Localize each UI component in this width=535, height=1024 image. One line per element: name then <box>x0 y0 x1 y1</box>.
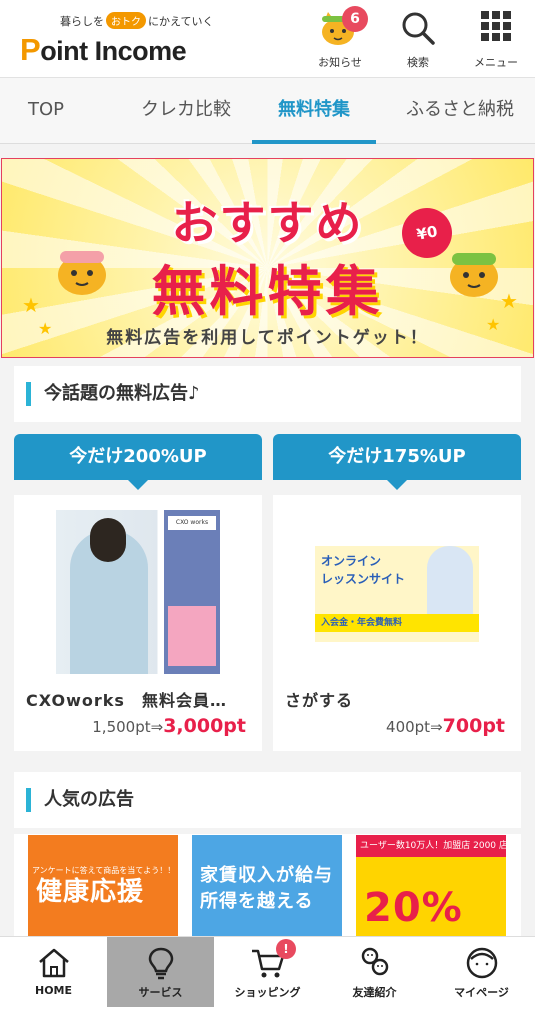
tab-top[interactable]: TOP <box>6 78 86 144</box>
nav-label: サービス <box>138 986 183 999</box>
nav-service[interactable]: サービス <box>107 937 214 1007</box>
promo-card-cxoworks[interactable]: CXO works CXOworks 無料会員… 1,500pt⇒3,000pt <box>14 495 262 751</box>
popular-ad-text: 家賃収入が給与所得を越える <box>200 865 333 912</box>
popular-ad-rent-income[interactable]: 家賃収入が給与所得を越える <box>192 835 342 945</box>
nav-label: 友達紹介 <box>352 986 397 999</box>
popular-ad-text: 健康応援 <box>36 877 145 907</box>
section-title: 人気の広告 <box>44 789 134 810</box>
popular-ad-text: 20% <box>364 885 463 931</box>
point-income-logo[interactable]: 暮らしを おトク にかえていく Point Income <box>20 12 213 68</box>
logo-tagline: 暮らしを おトク にかえていく <box>60 12 213 29</box>
search-button[interactable]: 検索 <box>386 6 450 72</box>
promo-name: CXOworks 無料会員… <box>26 691 227 710</box>
logo-wordmark: Point Income <box>20 32 187 67</box>
menu-label: メニュー <box>474 56 518 69</box>
bottom-navigation: HOME サービス ! ショッピング 友達紹介 マイページ <box>0 936 535 1024</box>
section-accent-bar <box>26 788 31 812</box>
shopping-alert-badge: ! <box>276 939 296 959</box>
search-icon <box>398 8 438 52</box>
nav-label: HOME <box>34 984 73 997</box>
search-label: 検索 <box>407 56 429 69</box>
notice-label: お知らせ <box>318 56 362 69</box>
tab-free-feature[interactable]: 無料特集 <box>252 78 376 144</box>
nav-invite-friends[interactable]: 友達紹介 <box>321 937 428 1007</box>
lightbulb-icon <box>143 945 179 985</box>
promo-thumbnail: CXO works <box>56 510 220 674</box>
promo-points: 1,500pt⇒3,000pt <box>92 715 246 737</box>
friends-icon <box>356 945 394 985</box>
person-head <box>90 518 126 562</box>
thumbnail-free-band: 入会金・年会費無料 <box>315 614 479 632</box>
promo-ribbon: 今だけ200%UP <box>14 434 262 480</box>
user-face-icon <box>464 945 500 985</box>
thumbnail-side-panel: CXO works <box>164 510 220 674</box>
promo-thumbnail: オンライン レッスンサイト 入会金・年会費無料 <box>315 510 479 674</box>
section-accent-bar <box>26 382 31 406</box>
nav-mypage[interactable]: マイページ <box>428 937 535 1007</box>
popular-ad-cpon[interactable]: ユーザー数10万人！加盟店 2000 店舗突破！ 20% <box>356 835 506 945</box>
nav-label: マイページ <box>454 986 509 999</box>
promo-ribbon: 今だけ175%UP <box>273 434 521 480</box>
section-header-popular: 人気の広告 <box>14 772 521 828</box>
section-header-trending: 今話題の無料広告♪ <box>14 366 521 422</box>
nav-label: ショッピング <box>234 986 301 999</box>
app-header: 暮らしを おトク にかえていく Point Income 6 お知らせ 検索 メ… <box>0 0 535 78</box>
tab-credit-card[interactable]: クレカ比較 <box>122 78 250 144</box>
thumbnail-pink-box <box>168 606 216 666</box>
promo-points: 400pt⇒700pt <box>386 715 505 737</box>
banner-subtitle: 無料広告を利用してポイントゲット！ <box>106 328 429 348</box>
tab-furusato[interactable]: ふるさと納税 <box>392 78 528 144</box>
promo-card-sagasuru[interactable]: オンライン レッスンサイト 入会金・年会費無料 さがする 400pt⇒700pt <box>273 495 521 751</box>
popular-ad-health[interactable]: アンケートに答えて商品を当てよう！！ 健康応援 <box>28 835 178 945</box>
home-icon <box>36 945 72 985</box>
section-title: 今話題の無料広告♪ <box>44 383 200 404</box>
free-feature-banner[interactable]: ★ ★ ★ ★ おすすめ 無料特集 無料広告を利用してポイントゲット！ <box>1 158 534 358</box>
nav-home[interactable]: HOME <box>0 937 107 1007</box>
category-tabs: TOP クレカ比較 無料特集 ふるさと納税 <box>0 78 535 144</box>
thumbnail-title: オンライン レッスンサイト <box>321 554 406 586</box>
promo-name: さがする <box>285 691 354 710</box>
grid-menu-icon <box>478 8 514 48</box>
banner-title-recommend: おすすめ <box>171 196 364 250</box>
menu-button[interactable]: メニュー <box>464 6 528 72</box>
notice-button[interactable]: 6 お知らせ <box>308 6 372 72</box>
nav-shopping[interactable]: ! ショッピング <box>214 937 321 1007</box>
popular-ad-caption: ユーザー数10万人！加盟店 2000 店舗突破！ <box>356 835 506 857</box>
notice-badge: 6 <box>342 6 368 32</box>
thumbnail-brand: CXO works <box>168 516 216 530</box>
banner-title-free-feature: 無料特集 <box>151 260 384 323</box>
